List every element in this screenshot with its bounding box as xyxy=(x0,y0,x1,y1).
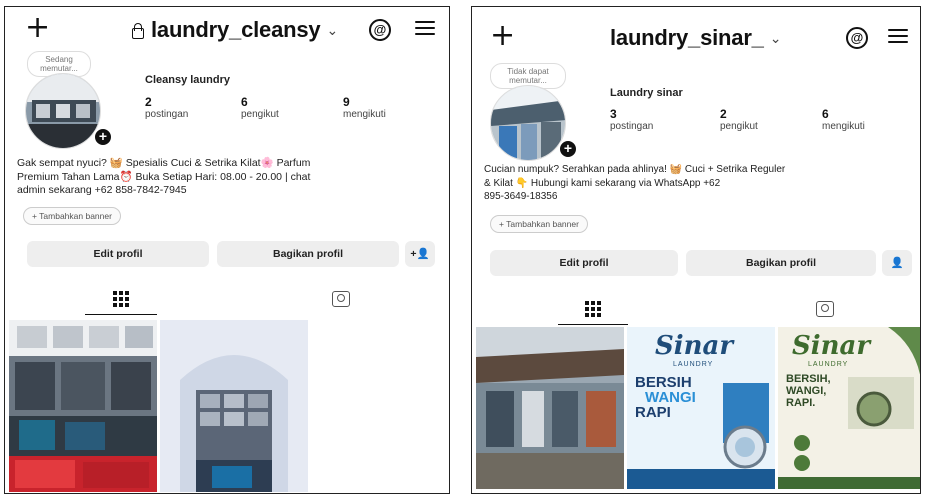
post-thumbnail[interactable] xyxy=(160,320,308,492)
post-image-shelves xyxy=(9,320,157,492)
add-banner-button[interactable]: + Tambahkan banner xyxy=(23,207,121,225)
avatar[interactable] xyxy=(490,85,566,161)
post-image-shop xyxy=(160,320,308,492)
flyer-subtitle: LAUNDRY xyxy=(673,361,714,368)
tab-tagged[interactable] xyxy=(790,293,860,325)
tagged-icon xyxy=(332,291,350,307)
display-name: Cleansy laundry xyxy=(145,74,230,86)
share-profile-button[interactable]: Bagikan profil xyxy=(217,241,399,267)
top-bar: + laundry_sinar_ ⌄ @ xyxy=(472,11,920,53)
post-image-storefront xyxy=(476,327,624,489)
bio: Gak sempat nyuci? 🧺 Spesialis Cuci & Set… xyxy=(17,157,311,196)
stat-following[interactable]: 9 mengikuti xyxy=(343,95,386,120)
flyer-title: Sinar xyxy=(792,331,871,361)
chevron-down-icon: ⌄ xyxy=(326,21,338,38)
tab-posts-grid[interactable] xyxy=(558,293,628,325)
username-switcher[interactable]: laundry_sinar_ ⌄ xyxy=(610,25,781,51)
grid-icon xyxy=(585,301,601,317)
add-story-icon[interactable]: + xyxy=(558,139,578,159)
avatar-image xyxy=(491,86,565,160)
profile-panel-cleansy: + laundry_cleansy ⌄ @ Sedang memutar... … xyxy=(4,6,450,494)
flyer-title: Sinar xyxy=(655,331,734,361)
stat-posts[interactable]: 2 postingan xyxy=(145,95,188,120)
profile-tabs xyxy=(472,293,920,325)
menu-icon[interactable] xyxy=(888,29,908,45)
lock-icon xyxy=(131,23,144,39)
username-switcher[interactable]: laundry_cleansy ⌄ xyxy=(131,17,338,43)
create-plus-icon[interactable]: + xyxy=(25,11,50,45)
profile-panel-sinar: + laundry_sinar_ ⌄ @ Tidak dapat memutar… xyxy=(471,6,921,494)
edit-profile-button[interactable]: Edit profil xyxy=(27,241,209,267)
flyer-headline: BERSIH, WANGI, RAPI. xyxy=(786,373,831,409)
add-story-icon[interactable]: + xyxy=(93,127,113,147)
stat-followers[interactable]: 6 pengikut xyxy=(241,95,279,120)
username: laundry_sinar_ xyxy=(610,25,764,50)
threads-icon[interactable]: @ xyxy=(369,19,391,41)
stat-posts[interactable]: 3 postingan xyxy=(610,107,653,132)
share-profile-button[interactable]: Bagikan profil xyxy=(686,250,876,276)
bio: Cucian numpuk? Serahkan pada ahlinya! 🧺 … xyxy=(484,164,786,202)
stat-followers[interactable]: 2 pengikut xyxy=(720,107,758,132)
add-banner-button[interactable]: + Tambahkan banner xyxy=(490,215,588,233)
tab-posts-grid[interactable] xyxy=(85,283,157,315)
tab-tagged[interactable] xyxy=(305,283,377,315)
display-name: Laundry sinar xyxy=(610,87,683,99)
flyer-headline: BERSIH WANGI RAPI xyxy=(635,374,696,421)
profile-tabs xyxy=(5,283,449,315)
post-thumbnail[interactable]: Sinar LAUNDRY BERSIH, WANGI, RAPI. xyxy=(778,327,920,489)
add-person-icon[interactable]: +👤 xyxy=(405,241,435,267)
post-thumbnail[interactable]: Sinar LAUNDRY BERSIH WANGI RAPI xyxy=(627,327,775,489)
post-thumbnail[interactable] xyxy=(476,327,624,489)
threads-icon[interactable]: @ xyxy=(846,27,868,49)
grid-icon xyxy=(113,291,129,307)
top-bar: + laundry_cleansy ⌄ @ xyxy=(5,11,449,51)
add-person-icon[interactable]: 👤 xyxy=(882,250,912,276)
username: laundry_cleansy xyxy=(151,17,321,42)
avatar[interactable] xyxy=(25,73,101,149)
avatar-image xyxy=(26,74,100,148)
edit-profile-button[interactable]: Edit profil xyxy=(490,250,678,276)
stat-following[interactable]: 6 mengikuti xyxy=(822,107,865,132)
post-thumbnail[interactable] xyxy=(9,320,157,492)
menu-icon[interactable] xyxy=(415,21,435,37)
chevron-down-icon: ⌄ xyxy=(769,29,782,46)
flyer-subtitle: LAUNDRY xyxy=(808,361,849,368)
tagged-icon xyxy=(816,301,834,317)
create-plus-icon[interactable]: + xyxy=(490,19,515,53)
